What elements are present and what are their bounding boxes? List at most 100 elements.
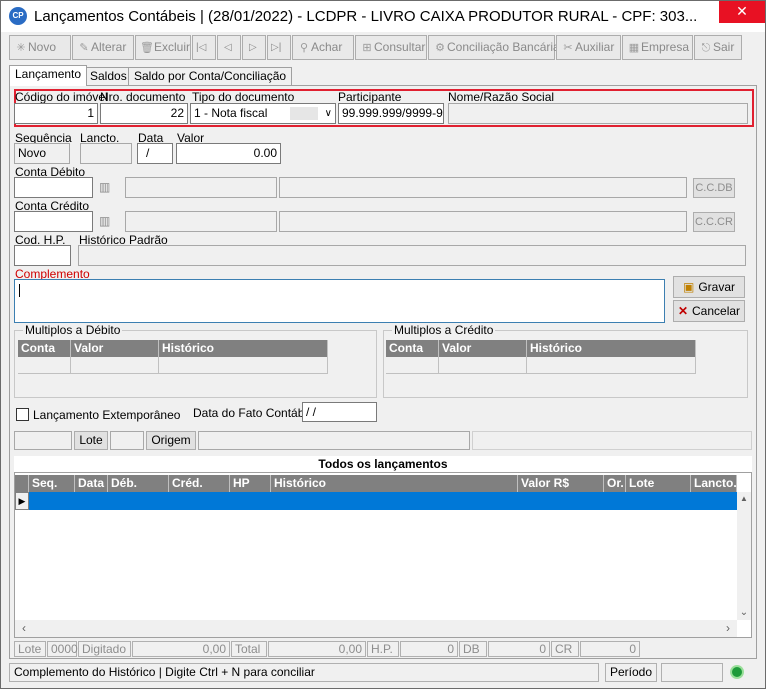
nro-documento-input[interactable]: 22 xyxy=(100,103,188,124)
sair-button[interactable]: ⎋ Sair xyxy=(694,35,742,60)
cancelar-button[interactable]: ✕ Cancelar xyxy=(673,300,745,322)
mc-cell[interactable] xyxy=(386,357,439,374)
extemporaneo-checkbox[interactable] xyxy=(16,408,29,421)
conta-credito-desc xyxy=(125,211,277,232)
bank-icon: ⚙ xyxy=(435,42,445,54)
multiplos-debito-title: Multiplos a Débito xyxy=(23,323,123,337)
nome-field xyxy=(448,103,748,124)
col-historico[interactable]: Histórico xyxy=(271,475,518,492)
lote-button[interactable]: Lote xyxy=(74,431,108,450)
data-fato-input[interactable]: / / xyxy=(302,402,377,422)
mc-cell[interactable] xyxy=(439,357,527,374)
totals-hp-label: H.P. xyxy=(367,641,399,657)
save-disk-icon: ▣ xyxy=(682,280,695,294)
first-record-button[interactable]: |◁ xyxy=(192,35,216,60)
md-cell[interactable] xyxy=(18,357,71,374)
data-fato-label: Data do Fato Contábil xyxy=(193,406,310,420)
building-icon: ▦ xyxy=(628,42,640,54)
prev-record-button[interactable]: ◁ xyxy=(217,35,241,60)
gravar-button[interactable]: ▣ Gravar xyxy=(673,276,745,298)
achar-button[interactable]: ⚲ Achar xyxy=(292,35,354,60)
col-lancto[interactable]: Lancto. xyxy=(691,475,737,492)
new-icon: ✳ xyxy=(16,42,26,54)
ccdb-button[interactable]: C.C.DB xyxy=(693,178,735,198)
md-cell[interactable] xyxy=(159,357,328,374)
scroll-up-icon[interactable]: ▲ xyxy=(737,492,751,506)
window-title: Lançamentos Contábeis | (28/01/2022) - L… xyxy=(34,8,698,25)
totals-db-label: DB xyxy=(459,641,487,657)
participante-input[interactable]: 99.999.999/9999-99 xyxy=(338,103,444,124)
col-deb[interactable]: Déb. xyxy=(108,475,169,492)
excluir-button[interactable]: 🗑Excluir xyxy=(135,35,191,60)
app-logo-icon: CP xyxy=(9,7,27,25)
totals-cr-label: CR xyxy=(551,641,579,657)
lancamentos-title: Todos os lançamentos xyxy=(14,456,752,472)
historico-padrao-field xyxy=(78,245,746,266)
conta-debito-nome xyxy=(279,177,687,198)
lancto-field xyxy=(80,143,132,164)
col-hp[interactable]: HP xyxy=(230,475,271,492)
totals-cr-value: 0 xyxy=(580,641,640,657)
binoculars-icon: ⚲ xyxy=(299,42,309,54)
mc-col-conta: Conta xyxy=(386,340,439,357)
next-record-button[interactable]: ▷ xyxy=(242,35,266,60)
cccr-button[interactable]: C.C.CR xyxy=(693,212,735,232)
md-col-valor: Valor xyxy=(71,340,159,357)
tipo-documento-select[interactable]: 1 - Nota fiscal ∨ xyxy=(190,103,336,124)
tab-saldos[interactable]: Saldos xyxy=(84,67,133,86)
codigo-imovel-input[interactable]: 1 xyxy=(14,103,98,124)
col-data[interactable]: Data xyxy=(75,475,108,492)
consultar-button[interactable]: ⊞ Consultar xyxy=(355,35,427,60)
novo-button[interactable]: ✳ Novo xyxy=(9,35,71,60)
conta-debito-input[interactable] xyxy=(14,177,93,198)
horizontal-scrollbar[interactable]: ‹ › xyxy=(15,620,737,637)
last-record-button[interactable]: ▷| xyxy=(267,35,291,60)
lancamento-page: Código do imóvel 1 Nro. documento 22 Tip… xyxy=(9,85,757,659)
title-bar: CP Lançamentos Contábeis | (28/01/2022) … xyxy=(1,1,765,32)
md-col-historico: Histórico xyxy=(159,340,328,357)
empresa-button[interactable]: ▦ Empresa xyxy=(622,35,693,60)
row-indicator-icon: ▶ xyxy=(15,492,29,510)
scroll-right-icon[interactable]: › xyxy=(721,620,735,637)
totals-lote-label: Lote xyxy=(14,641,46,657)
valor-input[interactable]: 0.00 xyxy=(176,143,281,164)
data-input[interactable]: / xyxy=(137,143,173,164)
totals-total-label: Total xyxy=(231,641,267,657)
md-cell[interactable] xyxy=(71,357,159,374)
tab-lancamento[interactable]: Lançamento xyxy=(9,65,88,86)
origem-button[interactable]: Origem xyxy=(146,431,196,450)
col-valor[interactable]: Valor R$ xyxy=(518,475,604,492)
cod-hp-input[interactable] xyxy=(14,245,71,266)
tab-saldo-por-conta[interactable]: Saldo por Conta/Conciliação xyxy=(128,67,293,86)
chevron-down-icon: ∨ xyxy=(324,108,332,119)
toolbar: ✳ Novo ✎ Alterar 🗑Excluir |◁ ◁ ▷ ▷| ⚲ Achar… xyxy=(9,35,757,61)
vertical-scrollbar[interactable]: ▲ ⌄ xyxy=(737,492,751,620)
conta-credito-input[interactable] xyxy=(14,211,93,232)
scroll-left-icon[interactable]: ‹ xyxy=(17,620,31,637)
connection-status-icon xyxy=(730,665,744,679)
md-col-conta: Conta xyxy=(18,340,71,357)
multiplos-credito-group: Multiplos a Crédito Conta Valor Históric… xyxy=(383,323,748,398)
col-cred[interactable]: Créd. xyxy=(169,475,230,492)
col-lote[interactable]: Lote xyxy=(626,475,691,492)
scroll-down-icon[interactable]: ⌄ xyxy=(737,606,751,620)
conciliacao-bancaria-button[interactable]: ⚙ Conciliação Bancária xyxy=(428,35,560,60)
mc-cell[interactable] xyxy=(527,357,696,374)
alterar-button[interactable]: ✎ Alterar xyxy=(72,35,134,60)
col-or[interactable]: Or. xyxy=(604,475,626,492)
table-row-selected[interactable] xyxy=(29,492,737,510)
lancamentos-grid[interactable]: Seq. Data Déb. Créd. HP Histórico Valor … xyxy=(14,472,752,638)
close-button[interactable]: ✕ xyxy=(719,1,765,23)
lookup-books-icon[interactable]: ▥ xyxy=(99,180,113,194)
query-icon: ⊞ xyxy=(362,42,372,54)
totals-total-value: 0,00 xyxy=(268,641,366,657)
complemento-textarea[interactable] xyxy=(14,279,665,323)
lookup-books-icon[interactable]: ▥ xyxy=(99,214,113,228)
totals-digitado-value: 0,00 xyxy=(132,641,230,657)
col-seq[interactable]: Seq. xyxy=(29,475,75,492)
tools-icon: ✂ xyxy=(563,42,573,54)
mc-col-historico: Histórico xyxy=(527,340,696,357)
mc-col-valor: Valor xyxy=(439,340,527,357)
main-window: CP Lançamentos Contábeis | (28/01/2022) … xyxy=(0,0,766,689)
auxiliar-button[interactable]: ✂ Auxiliar xyxy=(556,35,621,60)
